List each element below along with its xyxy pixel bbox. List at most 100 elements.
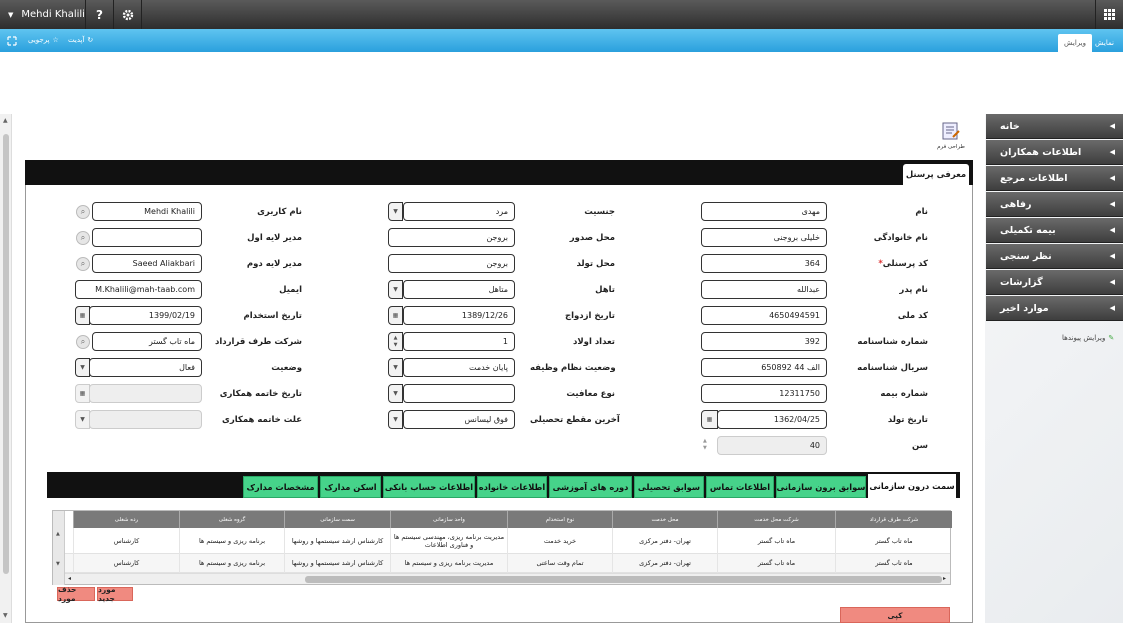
grid-cell: کارشناس xyxy=(73,554,179,573)
sidebar-item-1[interactable]: اطلاعات همکاران ◀ xyxy=(986,140,1123,165)
search-icon[interactable]: ⌕ xyxy=(76,231,90,245)
field-col2-1[interactable]: بروجن xyxy=(388,228,515,247)
chevron-down-icon[interactable]: ▼ xyxy=(75,358,90,377)
new-item-button[interactable]: مورد جدید xyxy=(97,585,133,603)
sidebar-item-0[interactable]: خانه ◀ xyxy=(986,114,1123,139)
spinner-icon[interactable]: ▲ ▼ xyxy=(388,332,403,351)
chevron-down-icon[interactable]: ▼ xyxy=(388,358,403,377)
field-col1-8[interactable]: 1362/04/25 xyxy=(717,410,827,429)
page-scrollbar[interactable]: ▲ ▼ xyxy=(0,114,12,623)
field-col2-4[interactable]: 1389/12/26 xyxy=(403,306,515,325)
tab-show[interactable]: نمایش xyxy=(1089,34,1120,52)
field-col3-1[interactable] xyxy=(92,228,202,247)
search-link[interactable]: پرجویی ☆ xyxy=(28,36,59,44)
field-col1-0[interactable]: مهدی xyxy=(701,202,827,221)
search-icon[interactable]: ⌕ xyxy=(76,335,90,349)
grid-vscroll[interactable]: ▲ ▼ xyxy=(53,511,65,585)
scroll-thumb[interactable] xyxy=(3,134,9,574)
detail-tab-3[interactable]: سوابق تحصیلی xyxy=(634,476,704,498)
grid-hscroll[interactable]: ◂ ▸ xyxy=(65,573,950,584)
detail-tab-4[interactable]: دوره های آموزشی xyxy=(549,476,632,498)
grid-header[interactable]: شرکت طرف قرارداد xyxy=(835,511,952,528)
scroll-left-icon[interactable]: ◂ xyxy=(68,575,71,582)
design-form-button[interactable]: طراحی فرم xyxy=(937,121,965,150)
field-col1-1[interactable]: خلیلی بروجنی xyxy=(701,228,827,247)
scroll-up-icon[interactable]: ▲ xyxy=(56,531,60,537)
focus-button[interactable] xyxy=(7,36,17,46)
search-icon[interactable]: ⌕ xyxy=(76,205,90,219)
field-col3-5[interactable]: ماه تاب گستر xyxy=(92,332,202,351)
sidebar-item-7[interactable]: موارد اخیر ◀ xyxy=(986,296,1123,321)
field-value: Saeed Aliakbari xyxy=(132,259,195,268)
copy-button[interactable]: کپی xyxy=(840,607,950,623)
field-col1-7[interactable]: 12311750 xyxy=(701,384,827,403)
field-col3-3[interactable]: M.Khalili@mah-taab.com xyxy=(75,280,202,299)
field-value: مهدی xyxy=(801,207,820,216)
detail-tab-7[interactable]: اسکن مدارک xyxy=(320,476,381,498)
field-col3-0[interactable]: Mehdi Khalili xyxy=(92,202,202,221)
settings-button[interactable] xyxy=(114,0,142,29)
sidebar-item-3[interactable]: رفاهی ◀ xyxy=(986,192,1123,217)
field-col1-5[interactable]: 392 xyxy=(701,332,827,351)
grid-header[interactable]: سمت سازمانی xyxy=(284,511,390,528)
delete-item-button[interactable]: حذف مورد xyxy=(57,585,95,603)
scroll-down-icon[interactable]: ▼ xyxy=(3,612,8,619)
field-col1-2[interactable]: 364 xyxy=(701,254,827,273)
spinner-icon[interactable]: ▲ ▼ xyxy=(703,438,707,452)
chevron-down-icon[interactable]: ▼ xyxy=(388,410,403,429)
detail-tab-2[interactable]: اطلاعات تماس xyxy=(706,476,774,498)
field-col3-2[interactable]: Saeed Aliakbari xyxy=(92,254,202,273)
detail-tab-0[interactable]: سمت درون سازمانی xyxy=(868,474,956,498)
grid-hscroll-thumb[interactable] xyxy=(305,576,942,583)
chevron-down-icon[interactable]: ▼ xyxy=(388,384,403,403)
label-text: وضعیت xyxy=(271,363,302,373)
chevron-down-icon[interactable]: ▼ xyxy=(388,280,403,299)
field-col3-6[interactable]: فعال xyxy=(89,358,202,377)
sidebar-item-4[interactable]: بیمه تکمیلی ◀ xyxy=(986,218,1123,243)
sidebar-item-2[interactable]: اطلاعات مرجع ◀ xyxy=(986,166,1123,191)
update-link[interactable]: آپدیت ↻ xyxy=(68,36,93,44)
detail-tab-5[interactable]: اطلاعات خانواده xyxy=(477,476,547,498)
search-icon[interactable]: ⌕ xyxy=(76,257,90,271)
field-col2-8[interactable]: فوق لیسانس xyxy=(403,410,515,429)
scroll-up-icon[interactable]: ▲ xyxy=(3,117,8,124)
scroll-right-icon[interactable]: ▸ xyxy=(943,575,946,582)
calendar-icon[interactable]: ▦ xyxy=(701,410,718,429)
field-value: عبدالله xyxy=(797,285,820,294)
tab-personnel-intro[interactable]: معرفی پرسنل xyxy=(903,164,969,185)
field-col2-5[interactable]: 1 xyxy=(403,332,515,351)
label-text: سریال شناسنامه xyxy=(857,363,928,373)
grid-header[interactable]: نوع استخدام xyxy=(507,511,612,528)
grid-header[interactable]: واحد سازمانی xyxy=(390,511,507,528)
label-text: شرکت طرف قرارداد xyxy=(215,337,302,347)
field-col1-3[interactable]: عبدالله xyxy=(701,280,827,299)
calendar-icon[interactable]: ▦ xyxy=(75,306,90,325)
field-col1-4[interactable]: 4650494591 xyxy=(701,306,827,325)
user-menu[interactable]: ▼ Mehdi Khalili xyxy=(0,0,86,29)
field-col1-6[interactable]: 650892 الف 44 xyxy=(701,358,827,377)
detail-tab-8[interactable]: مشخصات مدارک xyxy=(243,476,318,498)
chevron-down-icon[interactable]: ▼ xyxy=(388,202,403,221)
sidebar-item-label: اطلاعات همکاران xyxy=(1000,146,1082,158)
scroll-down-icon[interactable]: ▼ xyxy=(56,561,60,567)
field-col2-7[interactable] xyxy=(403,384,515,403)
calendar-icon[interactable]: ▦ xyxy=(388,306,403,325)
field-col2-6[interactable]: پایان خدمت xyxy=(403,358,515,377)
field-col3-4[interactable]: 1399/02/19 xyxy=(89,306,202,325)
field-col2-3[interactable]: متاهل xyxy=(403,280,515,299)
sidebar-item-6[interactable]: گزارشات ◀ xyxy=(986,270,1123,295)
detail-tab-1[interactable]: سوابق برون سازمانی xyxy=(776,476,866,498)
sidebar-item-5[interactable]: نظر سنجی ◀ xyxy=(986,244,1123,269)
grid-header[interactable]: شرکت محل خدمت xyxy=(717,511,835,528)
label-text: شماره بیمه xyxy=(880,389,928,399)
tab-edit[interactable]: ویرایش xyxy=(1058,34,1093,52)
grid-header[interactable]: رده شغلی xyxy=(73,511,179,528)
edit-links[interactable]: ویرایش پیوندها ✎ xyxy=(1062,334,1114,342)
grid-header[interactable]: محل خدمت xyxy=(612,511,717,528)
grid-header[interactable]: گروه شغلی xyxy=(179,511,284,528)
field-col2-0[interactable]: مرد xyxy=(403,202,515,221)
help-button[interactable]: ? xyxy=(86,0,114,29)
detail-tab-6[interactable]: اطلاعات حساب بانکی xyxy=(383,476,475,498)
app-launcher-button[interactable] xyxy=(1095,0,1123,29)
field-col2-2[interactable]: بروجن xyxy=(388,254,515,273)
